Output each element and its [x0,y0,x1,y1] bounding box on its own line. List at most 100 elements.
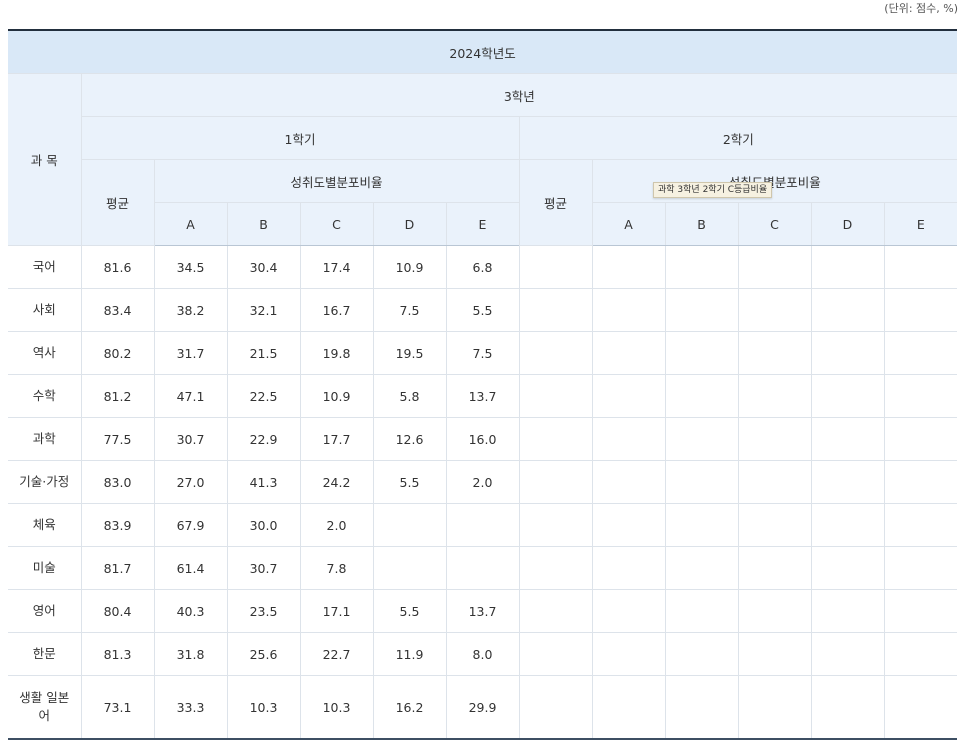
table-row: 체육 83.9 67.9 30.0 2.0 [8,503,958,547]
s2-a-cell [591,417,666,461]
s1-c-cell: 10.3 [299,675,374,740]
s2-b-cell [664,589,739,633]
s2-average-cell [518,503,593,547]
s1-c-cell: 16.7 [299,288,374,332]
table-row: 한문 81.3 31.8 25.6 22.7 11.9 8.0 [8,632,958,676]
s1-e-cell [445,546,520,590]
s2-a-cell [591,331,666,375]
s2-grade-c-header: C [737,202,812,246]
s2-e-cell [883,331,958,375]
s2-b-cell [664,503,739,547]
s2-b-cell [664,331,739,375]
s2-c-cell [737,245,812,289]
table-row: 기술·가정 83.0 27.0 41.3 24.2 5.5 2.0 [8,460,958,504]
s1-e-cell: 29.9 [445,675,520,740]
s2-average-cell [518,331,593,375]
s2-average-cell [518,374,593,418]
s2-e-cell [883,288,958,332]
subject-cell: 과학 [8,417,82,461]
s1-e-cell: 8.0 [445,632,520,676]
table-row: 영어 80.4 40.3 23.5 17.1 5.5 13.7 [8,589,958,633]
table-row: 수학 81.2 47.1 22.5 10.9 5.8 13.7 [8,374,958,418]
s2-a-cell [591,589,666,633]
s2-a-cell [591,288,666,332]
subject-cell: 한문 [8,632,82,676]
table-row: 생활 일본어 73.1 33.3 10.3 10.3 16.2 29.9 [8,675,958,740]
s2-e-cell [883,374,958,418]
s1-average-cell: 81.2 [80,374,155,418]
s1-b-cell: 22.5 [226,374,301,418]
s1-average-cell: 81.3 [80,632,155,676]
s2-c-cell [737,331,812,375]
s1-average-cell: 83.9 [80,503,155,547]
s1-b-cell: 32.1 [226,288,301,332]
subject-cell: 체육 [8,503,82,547]
s2-c-cell [737,503,812,547]
s2-grade-b-header: B [664,202,739,246]
s1-d-cell: 10.9 [372,245,447,289]
s1-e-cell: 6.8 [445,245,520,289]
s1-a-cell: 27.0 [153,460,228,504]
subject-header: 과 목 [8,73,82,246]
table-header: 2024학년도 과 목 3학년 1학기 2학기 평균 성취도별분포비율 평균 성… [8,29,958,246]
s1-d-cell [372,546,447,590]
s1-b-cell: 23.5 [226,589,301,633]
s2-average-cell [518,245,593,289]
grade-distribution-table: 2024학년도 과 목 3학년 1학기 2학기 평균 성취도별분포비율 평균 성… [8,29,958,740]
s1-c-cell: 17.4 [299,245,374,289]
table-row: 사회 83.4 38.2 32.1 16.7 7.5 5.5 [8,288,958,332]
table-body: 국어 81.6 34.5 30.4 17.4 10.9 6.8 사회 83.4 38.2 32.1 1… [8,245,958,740]
s2-grade-a-header: A [591,202,666,246]
s1-average-cell: 81.6 [80,245,155,289]
s2-b-cell [664,546,739,590]
s2-average-cell [518,675,593,740]
s2-a-cell [591,503,666,547]
table-row: 역사 80.2 31.7 21.5 19.8 19.5 7.5 [8,331,958,375]
s2-e-cell [883,675,958,740]
s2-b-cell [664,374,739,418]
s2-b-cell [664,245,739,289]
s1-grade-e-header: E [445,202,520,246]
s1-b-cell: 30.0 [226,503,301,547]
s1-c-cell: 7.8 [299,546,374,590]
s1-average-cell: 80.4 [80,589,155,633]
s1-d-cell: 7.5 [372,288,447,332]
s2-average-cell [518,288,593,332]
s1-d-cell: 12.6 [372,417,447,461]
s2-a-cell [591,245,666,289]
s1-average-cell: 81.7 [80,546,155,590]
s2-d-cell [810,503,885,547]
s2-a-cell [591,546,666,590]
s2-b-cell [664,460,739,504]
s1-average-cell: 83.4 [80,288,155,332]
s1-c-cell: 22.7 [299,632,374,676]
s1-c-cell: 10.9 [299,374,374,418]
s1-e-cell: 2.0 [445,460,520,504]
s2-c-cell [737,675,812,740]
s1-d-cell: 11.9 [372,632,447,676]
s1-d-cell: 5.8 [372,374,447,418]
s2-e-cell [883,503,958,547]
semester2-header: 2학기 [518,116,958,160]
s2-e-cell [883,589,958,633]
s2-d-cell [810,288,885,332]
s2-c-cell [737,288,812,332]
s1-c-cell: 17.7 [299,417,374,461]
subject-cell: 역사 [8,331,82,375]
year-header: 2024학년도 [8,29,958,74]
subject-cell: 미술 [8,546,82,590]
s2-c-cell [737,589,812,633]
s2-c-cell [737,374,812,418]
s2-d-cell [810,460,885,504]
s1-a-cell: 40.3 [153,589,228,633]
s1-d-cell: 5.5 [372,589,447,633]
s2-a-cell [591,675,666,740]
s1-a-cell: 38.2 [153,288,228,332]
s1-a-cell: 61.4 [153,546,228,590]
s1-a-cell: 47.1 [153,374,228,418]
s1-a-cell: 34.5 [153,245,228,289]
subject-cell: 기술·가정 [8,460,82,504]
s2-a-cell [591,632,666,676]
table-row: 과학 77.5 30.7 22.9 17.7 12.6 16.0 [8,417,958,461]
s1-d-cell [372,503,447,547]
